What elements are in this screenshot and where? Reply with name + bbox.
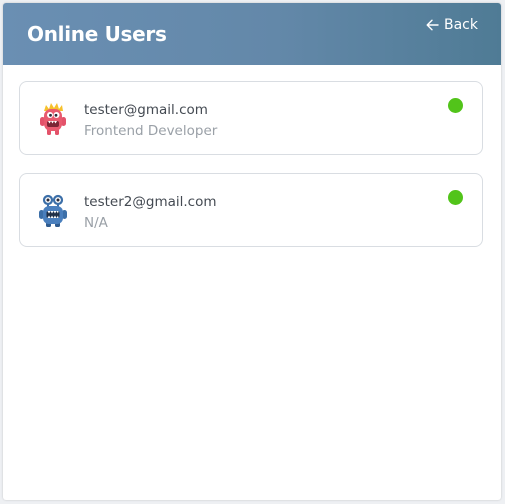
user-email: tester2@gmail.com <box>84 194 217 210</box>
user-role: Frontend Developer <box>84 123 218 139</box>
user-email: tester@gmail.com <box>84 102 208 118</box>
user-card[interactable]: tester2@gmail.com N/A <box>19 173 483 247</box>
user-card[interactable]: tester@gmail.com Frontend Developer <box>19 81 483 155</box>
online-status-dot <box>448 98 463 113</box>
panel-header: Online Users Back <box>3 3 501 65</box>
page-title: Online Users <box>27 22 167 46</box>
back-button-label: Back <box>444 17 478 33</box>
online-status-dot <box>448 190 463 205</box>
user-role: N/A <box>84 215 108 231</box>
blue-robot-icon <box>37 194 69 228</box>
red-monster-icon <box>37 102 69 136</box>
back-button[interactable]: Back <box>426 15 478 35</box>
online-users-panel: Online Users Back tester@gmail.com Front… <box>3 3 501 500</box>
arrow-left-icon <box>426 19 439 31</box>
